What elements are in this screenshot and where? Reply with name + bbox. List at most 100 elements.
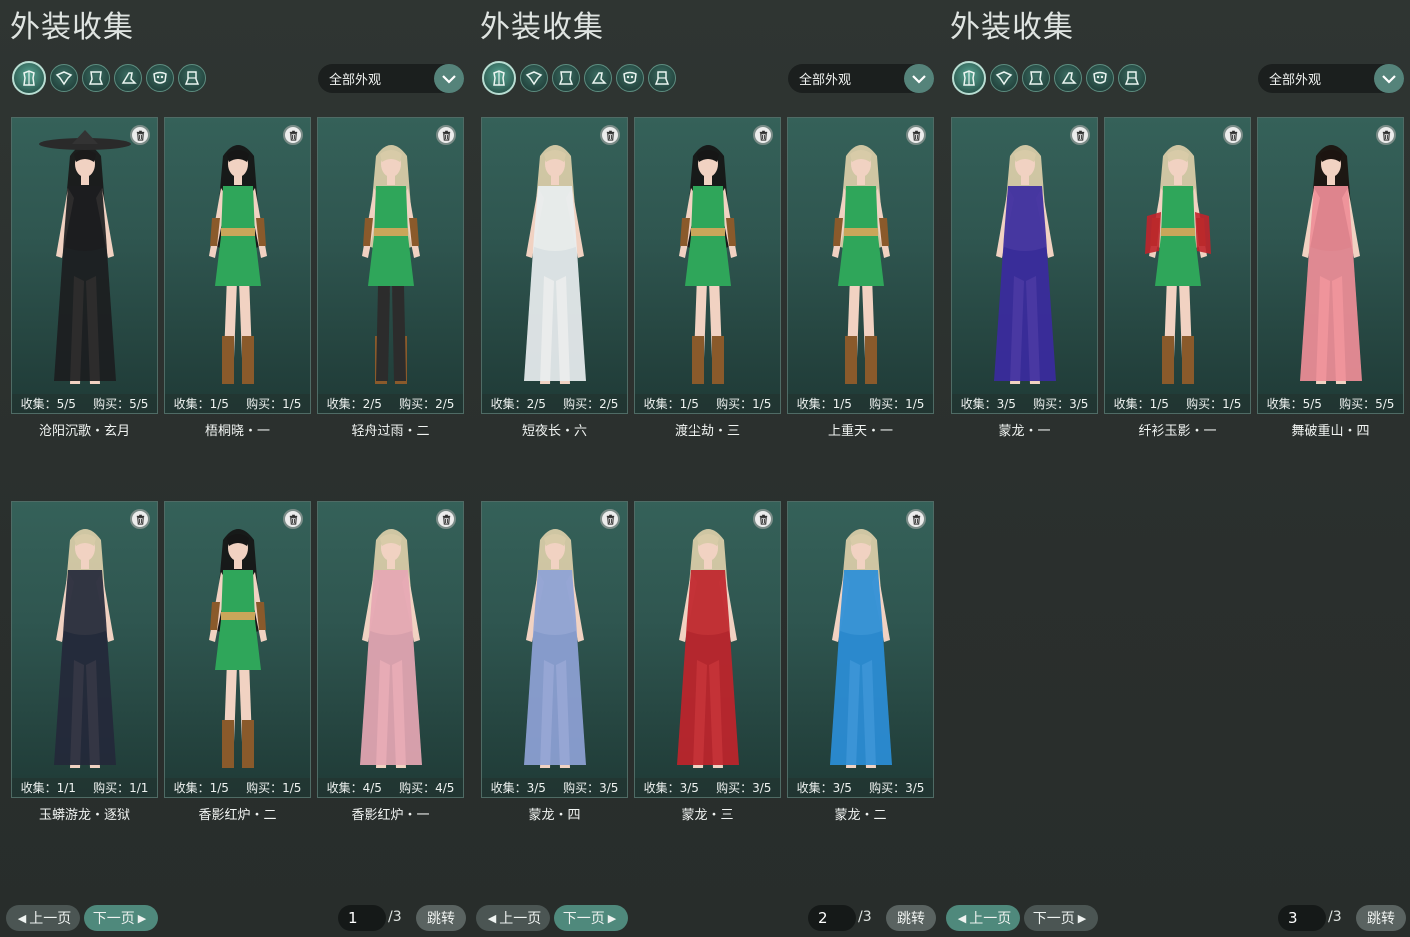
chevron-down-icon[interactable] [904, 64, 934, 93]
outfit-card[interactable]: 收集：1/5 购买：1/5 梧桐晓・一 [164, 117, 311, 439]
jump-button[interactable]: 跳转 [1356, 905, 1406, 931]
trash-icon[interactable] [753, 509, 773, 529]
outfit-card[interactable]: 收集：2/5 购买：2/5 轻舟过雨・二 [317, 117, 464, 439]
tab-shoes[interactable] [1054, 64, 1082, 92]
outfit-card[interactable]: 收集：5/5 购买：5/5 舞破重山・四 [1257, 117, 1404, 439]
appearance-filter-dropdown[interactable]: 全部外观 [788, 64, 934, 93]
outfit-preview[interactable]: 收集：5/5 购买：5/5 [11, 117, 158, 414]
outfit-preview[interactable]: 收集：1/1 购买：1/1 [11, 501, 158, 798]
page-number-input[interactable]: 2 [808, 905, 856, 931]
tab-mask[interactable] [616, 64, 644, 92]
trash-icon[interactable] [283, 509, 303, 529]
tab-top[interactable] [1022, 64, 1050, 92]
shoes-icon [589, 69, 607, 87]
outfit-card[interactable]: 收集：3/5 购买：3/5 蒙龙・二 [787, 501, 934, 823]
outfit-preview[interactable]: 收集：1/5 购买：1/5 [787, 117, 934, 414]
outfit-card[interactable]: 收集：3/5 购买：3/5 蒙龙・一 [951, 117, 1098, 439]
trash-icon[interactable] [130, 125, 150, 145]
outfit-card[interactable]: 收集：1/5 购买：1/5 渡尘劫・三 [634, 117, 781, 439]
outfit-card[interactable]: 收集：4/5 购买：4/5 香影红炉・一 [317, 501, 464, 823]
trash-icon[interactable] [1223, 125, 1243, 145]
collection-stats: 收集：1/5 购买：1/5 [635, 394, 780, 413]
collect-count: 收集：4/5 [326, 781, 382, 795]
outfit-preview[interactable]: 收集：3/5 购买：3/5 [951, 117, 1098, 414]
tab-top[interactable] [552, 64, 580, 92]
trash-icon[interactable] [600, 509, 620, 529]
tab-pants[interactable] [648, 64, 676, 92]
tab-mask[interactable] [1086, 64, 1114, 92]
jump-button[interactable]: 跳转 [416, 905, 466, 931]
tab-upper-body[interactable] [952, 61, 986, 95]
collection-panel-1: 外装收集全部外观收集：5/5 购买：5/5 沧阳沉歌・玄月 收集：1/5 购买：1/5 梧… [0, 0, 470, 937]
next-page-button[interactable]: 下一页 ▶ [554, 905, 628, 931]
panel-title: 外装收集 [950, 10, 1074, 45]
outfit-icon [55, 69, 73, 87]
trash-icon[interactable] [1376, 125, 1396, 145]
outfit-preview[interactable]: 收集：5/5 购买：5/5 [1257, 117, 1404, 414]
outfit-preview[interactable]: 收集：2/5 购买：2/5 [481, 117, 628, 414]
outfit-preview[interactable]: 收集：3/5 购买：3/5 [787, 501, 934, 798]
collection-stats: 收集：3/5 购买：3/5 [635, 778, 780, 797]
chevron-down-icon[interactable] [434, 64, 464, 93]
outfit-card[interactable]: 收集：1/5 购买：1/5 纤衫玉影・一 [1104, 117, 1251, 439]
trash-icon[interactable] [436, 509, 456, 529]
jump-button[interactable]: 跳转 [886, 905, 936, 931]
trash-icon[interactable] [283, 125, 303, 145]
collection-stats: 收集：1/5 购买：1/5 [165, 394, 310, 413]
tab-mask[interactable] [146, 64, 174, 92]
buy-count: 购买：5/5 [93, 397, 149, 411]
tab-outfit[interactable] [50, 64, 78, 92]
page-total: /3 [858, 909, 872, 925]
outfit-preview[interactable]: 收集：1/5 购买：1/5 [1104, 117, 1251, 414]
tab-pants[interactable] [178, 64, 206, 92]
next-page-button[interactable]: 下一页 ▶ [84, 905, 158, 931]
page-number-input[interactable]: 1 [338, 905, 386, 931]
tab-outfit[interactable] [990, 64, 1018, 92]
trash-icon[interactable] [130, 509, 150, 529]
tab-pants[interactable] [1118, 64, 1146, 92]
chevron-left-icon: ◀ [487, 911, 497, 925]
outfit-name: 短夜长・六 [521, 424, 587, 439]
trash-icon[interactable] [600, 125, 620, 145]
tab-shoes[interactable] [114, 64, 142, 92]
tab-upper-body[interactable] [12, 61, 46, 95]
outfit-card[interactable]: 收集：5/5 购买：5/5 沧阳沉歌・玄月 [11, 117, 158, 439]
tab-outfit[interactable] [520, 64, 548, 92]
appearance-filter-dropdown[interactable]: 全部外观 [1258, 64, 1404, 93]
outfit-card[interactable]: 收集：1/5 购买：1/5 上重天・一 [787, 117, 934, 439]
next-page-button[interactable]: 下一页 ▶ [1024, 905, 1098, 931]
outfit-card[interactable]: 收集：2/5 购买：2/5 短夜长・六 [481, 117, 628, 439]
outfit-preview[interactable]: 收集：3/5 购买：3/5 [481, 501, 628, 798]
tab-shoes[interactable] [584, 64, 612, 92]
outfit-card[interactable]: 收集：3/5 购买：3/5 蒙龙・四 [481, 501, 628, 823]
chevron-down-icon[interactable] [1374, 64, 1404, 93]
collection-panel-2: 外装收集 全部外观 收集：2/5 购买：2/5 短夜长・六 收集：1/5 购买：1/5 渡尘劫… [470, 0, 940, 937]
tab-upper-body[interactable] [482, 61, 516, 95]
prev-page-button[interactable]: ◀ 上一页 [476, 905, 550, 931]
trash-icon[interactable] [753, 125, 773, 145]
prev-page-button[interactable]: ◀ 上一页 [946, 905, 1020, 931]
panel-title: 外装收集 [10, 10, 134, 45]
outfit-card[interactable]: 收集：3/5 购买：3/5 蒙龙・三 [634, 501, 781, 823]
outfit-preview[interactable]: 收集：1/5 购买：1/5 [634, 117, 781, 414]
collection-stats: 收集：4/5 购买：4/5 [318, 778, 463, 797]
outfit-card[interactable]: 收集：1/5 购买：1/5 香影红炉・二 [164, 501, 311, 823]
outfit-preview[interactable]: 收集：1/5 购买：1/5 [164, 117, 311, 414]
page-number-input[interactable]: 3 [1278, 905, 1326, 931]
outfit-preview[interactable]: 收集：2/5 购买：2/5 [317, 117, 464, 414]
top-icon [557, 69, 575, 87]
trash-icon[interactable] [436, 125, 456, 145]
outfit-preview[interactable]: 收集：1/5 购买：1/5 [164, 501, 311, 798]
outfit-preview[interactable]: 收集：4/5 购买：4/5 [317, 501, 464, 798]
trash-icon[interactable] [906, 509, 926, 529]
buy-count: 购买：2/5 [563, 397, 619, 411]
outfit-card[interactable]: 收集：1/1 购买：1/1 玉蟒游龙・逐狱 [11, 501, 158, 823]
trash-icon[interactable] [1070, 125, 1090, 145]
appearance-filter-dropdown[interactable]: 全部外观 [318, 64, 464, 93]
prev-page-button[interactable]: ◀ 上一页 [6, 905, 80, 931]
outfit-name: 蒙龙・三 [681, 808, 734, 823]
collect-count: 收集：3/5 [796, 781, 852, 795]
tab-top[interactable] [82, 64, 110, 92]
outfit-preview[interactable]: 收集：3/5 购买：3/5 [634, 501, 781, 798]
trash-icon[interactable] [906, 125, 926, 145]
